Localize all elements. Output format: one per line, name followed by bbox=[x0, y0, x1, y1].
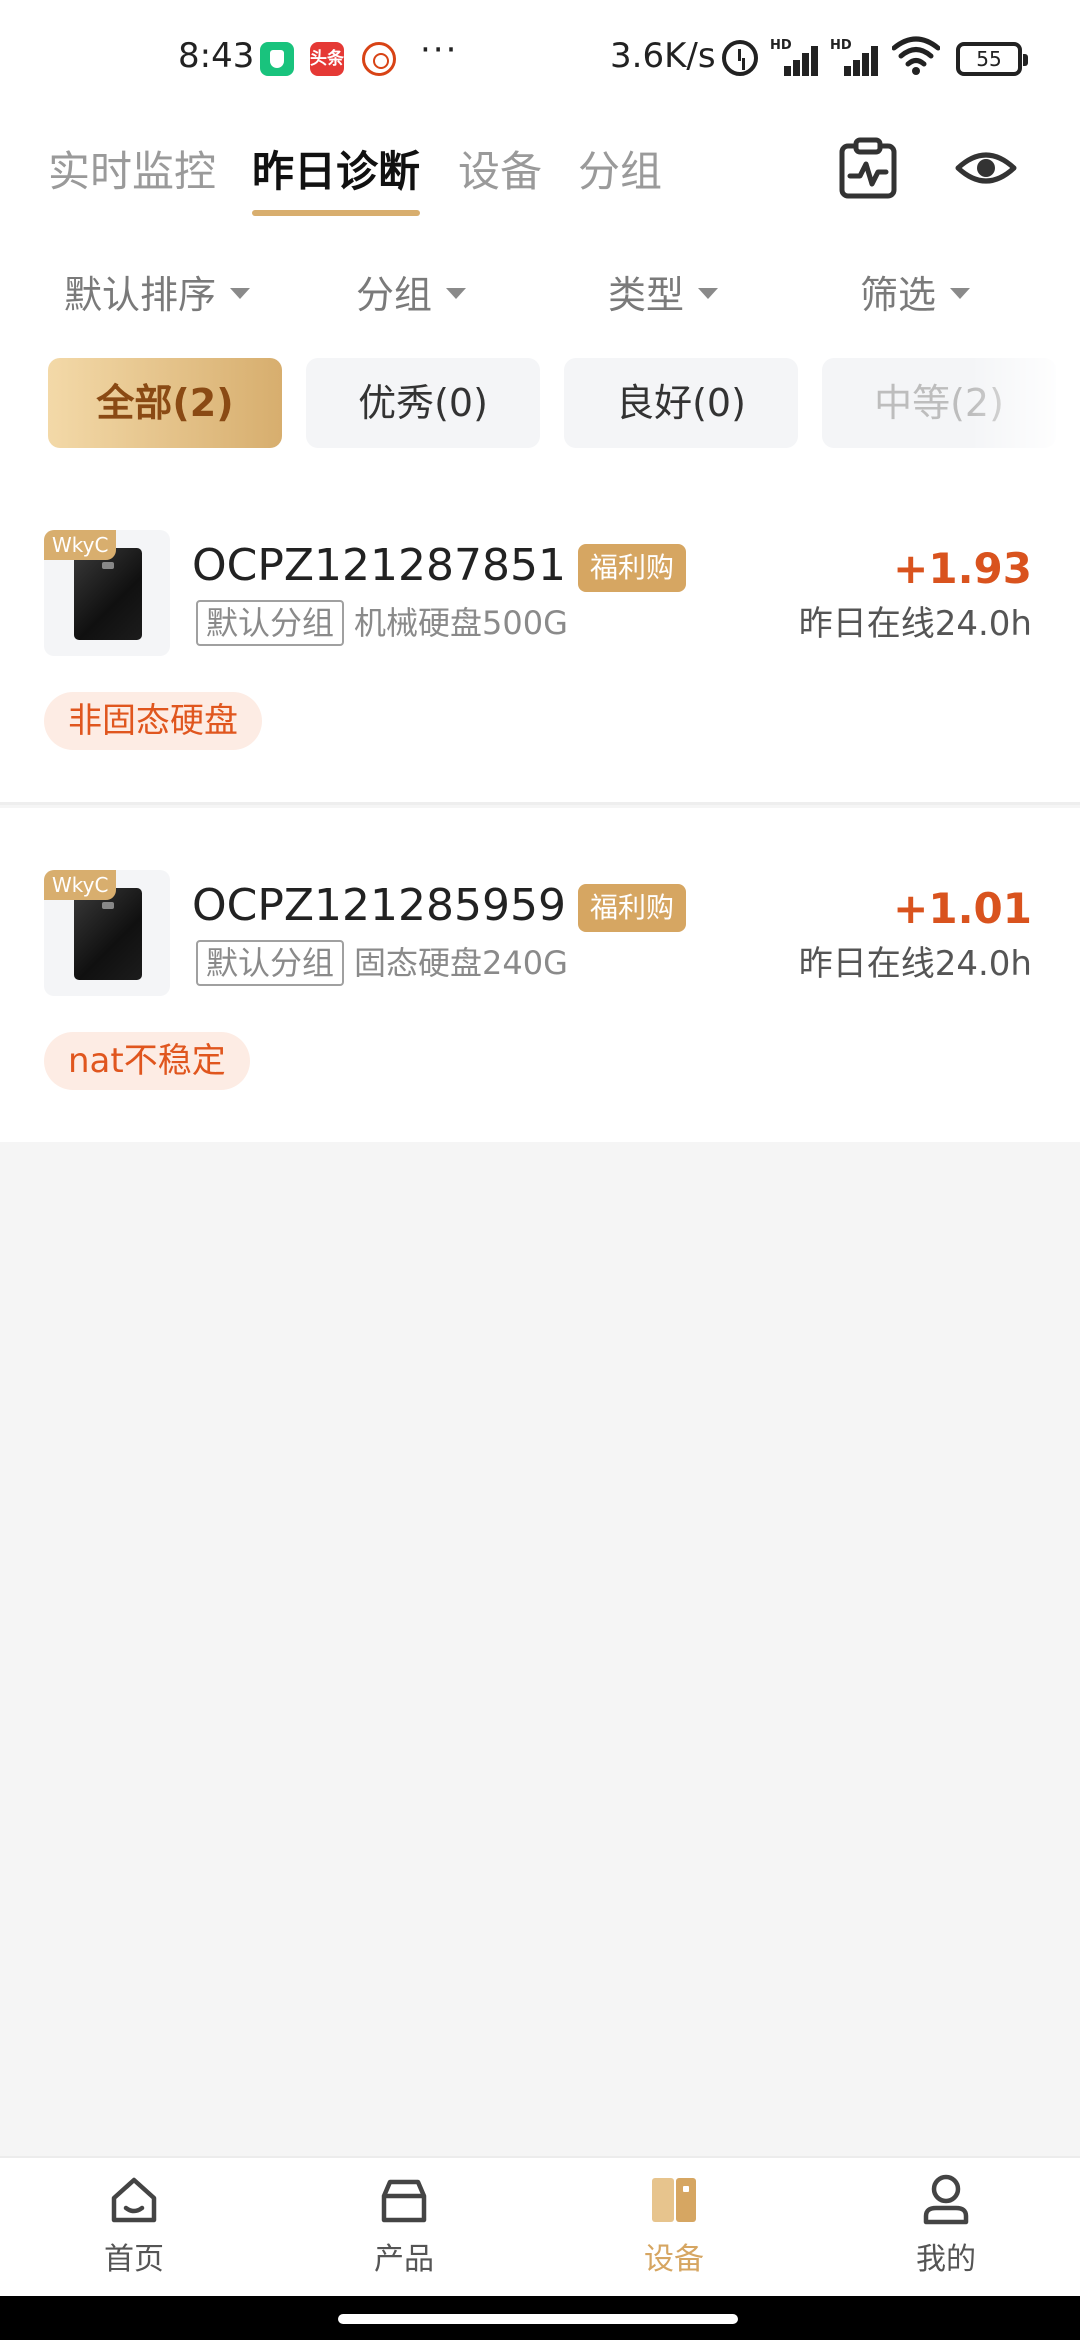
device-thumbnail: WkyC bbox=[44, 870, 170, 996]
warning-tag: nat不稳定 bbox=[44, 1032, 250, 1090]
chip-good[interactable]: 良好(0) bbox=[564, 358, 798, 448]
earning-value: +1.93 bbox=[893, 544, 1032, 593]
group-dropdown[interactable]: 分组 bbox=[356, 264, 467, 319]
app-screen: 8:43 头条 ··· 3.6K/s HD HD 55 实时监控 昨日诊断 设备… bbox=[0, 0, 1080, 2340]
device-box-image bbox=[74, 888, 142, 980]
nav-products-label: 产品 bbox=[374, 2242, 434, 2277]
tab-yesterday-diagnosis[interactable]: 昨日诊断 bbox=[252, 138, 420, 199]
nav-profile-label: 我的 bbox=[916, 2242, 976, 2277]
online-duration: 昨日在线24.0h bbox=[798, 604, 1032, 644]
device-card[interactable]: WkyC OCPZ121287851 福利购 默认分组 机械硬盘500G +1.… bbox=[0, 468, 1080, 802]
type-dropdown-label: 类型 bbox=[608, 273, 685, 317]
chip-all[interactable]: 全部(2) bbox=[48, 358, 282, 448]
filter-dropdown-label: 筛选 bbox=[860, 273, 937, 317]
nav-profile[interactable]: 我的 bbox=[876, 2172, 1016, 2292]
device-box-image bbox=[74, 548, 142, 640]
more-notifications-icon: ··· bbox=[420, 30, 459, 70]
caret-down-icon bbox=[950, 288, 971, 299]
status-bar: 8:43 头条 ··· 3.6K/s HD HD 55 bbox=[0, 0, 1080, 118]
signal-icon: HD bbox=[770, 38, 822, 76]
eye-icon[interactable] bbox=[954, 136, 1018, 200]
bag-icon bbox=[334, 2172, 474, 2228]
device-name: OCPZ121285959 bbox=[192, 880, 566, 931]
group-tag: 默认分组 bbox=[196, 940, 345, 986]
hd-label: HD bbox=[830, 38, 852, 53]
home-indicator[interactable] bbox=[338, 2314, 738, 2324]
news-app-icon: 头条 bbox=[310, 42, 344, 76]
sort-dropdown-label: 默认排序 bbox=[64, 273, 217, 317]
disk-info: 固态硬盘240G bbox=[354, 944, 568, 982]
earning-value: +1.01 bbox=[893, 884, 1032, 933]
caret-down-icon bbox=[230, 288, 251, 299]
network-speed: 3.6K/s bbox=[610, 36, 716, 76]
nav-devices[interactable]: 设备 bbox=[604, 2172, 744, 2292]
filter-bar: 默认排序 分组 类型 筛选 bbox=[0, 238, 1080, 348]
device-card[interactable]: WkyC OCPZ121285959 福利购 默认分组 固态硬盘240G +1.… bbox=[0, 808, 1080, 1142]
model-badge: WkyC bbox=[44, 530, 117, 560]
promo-badge: 福利购 bbox=[578, 544, 687, 592]
caret-down-icon bbox=[446, 288, 467, 299]
tab-groups[interactable]: 分组 bbox=[578, 138, 662, 199]
profile-icon bbox=[876, 2172, 1016, 2228]
report-clipboard-icon[interactable] bbox=[836, 136, 900, 200]
tab-devices[interactable]: 设备 bbox=[458, 138, 542, 199]
tab-realtime-monitor[interactable]: 实时监控 bbox=[48, 138, 216, 199]
promo-badge: 福利购 bbox=[578, 884, 687, 932]
status-chip-row: 全部(2) 优秀(0) 良好(0) 中等(2) bbox=[0, 348, 1080, 468]
divider bbox=[0, 802, 1080, 805]
type-dropdown[interactable]: 类型 bbox=[608, 264, 719, 319]
top-tab-bar: 实时监控 昨日诊断 设备 分组 bbox=[0, 118, 1080, 238]
device-thumbnail: WkyC bbox=[44, 530, 170, 656]
target-app-icon bbox=[362, 42, 396, 76]
device-name: OCPZ121287851 bbox=[192, 540, 566, 591]
alarm-icon bbox=[722, 40, 758, 76]
gesture-bar bbox=[0, 2296, 1080, 2340]
status-time: 8:43 bbox=[178, 36, 255, 76]
online-duration: 昨日在线24.0h bbox=[798, 944, 1032, 984]
signal-icon: HD bbox=[830, 38, 882, 76]
nav-home[interactable]: 首页 bbox=[64, 2172, 204, 2292]
bottom-nav: 首页 产品 设备 我的 bbox=[0, 2156, 1080, 2296]
active-tab-indicator bbox=[252, 210, 420, 216]
model-badge: WkyC bbox=[44, 870, 117, 900]
chip-medium[interactable]: 中等(2) bbox=[822, 358, 1056, 448]
wifi-icon bbox=[891, 36, 941, 76]
home-icon bbox=[64, 2172, 204, 2228]
nav-products[interactable]: 产品 bbox=[334, 2172, 474, 2292]
hd-label: HD bbox=[770, 38, 792, 53]
security-app-icon bbox=[260, 42, 294, 76]
device-icon bbox=[604, 2172, 744, 2228]
group-tag: 默认分组 bbox=[196, 600, 345, 646]
nav-home-label: 首页 bbox=[104, 2242, 164, 2277]
caret-down-icon bbox=[698, 288, 719, 299]
chip-excellent[interactable]: 优秀(0) bbox=[306, 358, 540, 448]
group-dropdown-label: 分组 bbox=[356, 273, 433, 317]
nav-devices-label: 设备 bbox=[644, 2242, 704, 2277]
disk-info: 机械硬盘500G bbox=[354, 604, 568, 642]
battery-icon: 55 bbox=[956, 42, 1028, 76]
sort-dropdown[interactable]: 默认排序 bbox=[64, 264, 251, 319]
warning-tag: 非固态硬盘 bbox=[44, 692, 262, 750]
filter-dropdown[interactable]: 筛选 bbox=[860, 264, 971, 319]
